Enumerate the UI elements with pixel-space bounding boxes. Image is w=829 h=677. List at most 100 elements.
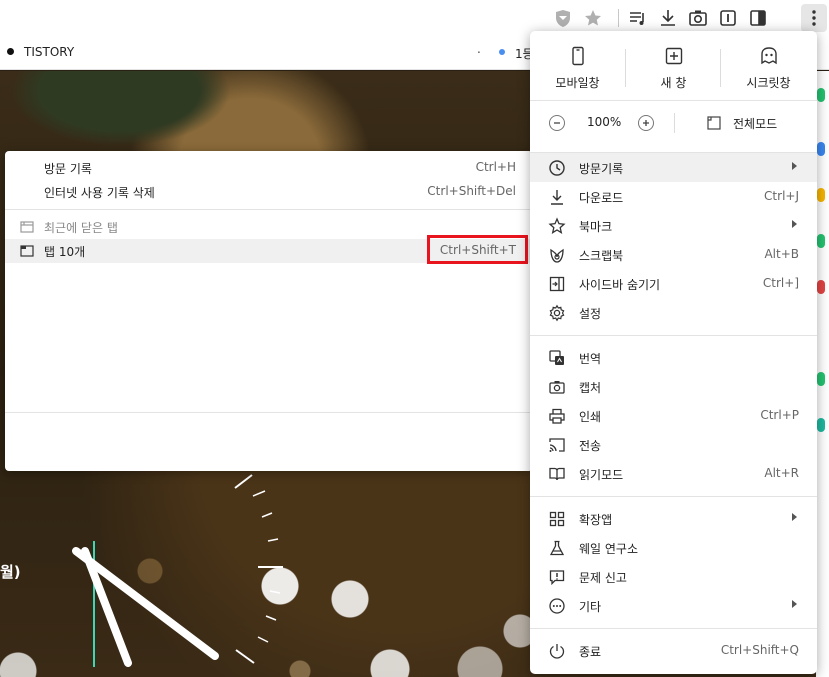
bookmark-blue-dot-icon xyxy=(499,49,505,55)
quick-mobile-window[interactable]: 모바일창 xyxy=(530,45,625,91)
bookmark-dot-icon xyxy=(7,48,14,55)
menu-item-whale-labs[interactable]: 웨일 연구소 xyxy=(530,533,817,562)
more-vertical-icon xyxy=(812,10,816,26)
download-icon[interactable] xyxy=(657,7,679,29)
power-icon xyxy=(548,642,566,660)
zoom-separator xyxy=(674,113,675,133)
menu-item-hide-sidebar[interactable]: 사이드바 숨기기 Ctrl+] xyxy=(530,269,817,298)
chevron-right-icon xyxy=(792,600,797,608)
menu-item-report[interactable]: 문제 신고 xyxy=(530,562,817,591)
camera-icon[interactable] xyxy=(687,7,709,29)
quick-label: 새 창 xyxy=(660,76,687,90)
zoom-level: 100% xyxy=(587,115,622,129)
sidebar-app-icon[interactable] xyxy=(817,188,825,202)
browser-main-menu: 모바일창 새 창 시크릿창 100% 전체모드 방문기록 다운로드 Ctrl+J xyxy=(530,31,817,674)
menu-item-reading-mode[interactable]: 읽기모드 Alt+R xyxy=(530,459,817,488)
bookmark-tistory[interactable]: TISTORY xyxy=(24,45,74,59)
menu-button[interactable] xyxy=(801,4,827,32)
menu-item-label: 문제 신고 xyxy=(579,571,627,585)
submenu-item-history[interactable]: 방문 기록 Ctrl+H xyxy=(5,156,533,180)
menu-item-extensions[interactable]: 확장앱 xyxy=(530,504,817,533)
menu-item-settings[interactable]: 설정 xyxy=(530,298,817,327)
menu-item-exit[interactable]: 종료 Ctrl+Shift+Q xyxy=(530,636,817,665)
scrapbook-icon xyxy=(548,246,566,264)
history-icon xyxy=(548,159,566,177)
download-icon xyxy=(548,188,566,206)
menu-item-label: 기타 xyxy=(579,600,602,614)
sidebar-toggle-icon[interactable] xyxy=(747,7,769,29)
menu-item-cast[interactable]: 전송 xyxy=(530,430,817,459)
submenu-item-shortcut: Ctrl+Shift+Del xyxy=(427,184,516,198)
menu-divider xyxy=(530,335,817,336)
menu-item-more[interactable]: 기타 xyxy=(530,591,817,620)
menu-item-label: 웨일 연구소 xyxy=(579,542,639,556)
menu-item-download[interactable]: 다운로드 Ctrl+J xyxy=(530,182,817,211)
sidebar-app-icon[interactable] xyxy=(817,418,825,432)
quick-label: 모바일창 xyxy=(555,76,600,90)
minus-icon xyxy=(554,122,560,124)
sidebar-icon xyxy=(548,275,566,293)
sidebar-app-icon[interactable] xyxy=(817,88,825,102)
menu-item-label: 번역 xyxy=(579,352,602,366)
menu-item-capture[interactable]: 캡처 xyxy=(530,372,817,401)
menu-item-print[interactable]: 인쇄 Ctrl+P xyxy=(530,401,817,430)
mobile-icon xyxy=(567,45,589,67)
bookmark-dot-label[interactable]: . xyxy=(477,42,481,56)
print-icon xyxy=(548,407,566,425)
menu-divider xyxy=(530,100,817,101)
sidebar-app-icon[interactable] xyxy=(817,280,825,294)
menu-item-label: 읽기모드 xyxy=(579,468,624,482)
incognito-icon xyxy=(758,45,780,67)
menu-item-shortcut: Ctrl+J xyxy=(764,189,799,203)
translate-icon xyxy=(548,349,566,367)
quick-incognito-window[interactable]: 시크릿창 xyxy=(721,45,816,91)
flask-icon xyxy=(548,539,566,557)
new-window-icon xyxy=(663,45,685,67)
menu-item-label: 전송 xyxy=(579,439,602,453)
submenu-divider xyxy=(5,209,533,210)
star-icon[interactable] xyxy=(582,7,604,29)
menu-item-label: 사이드바 숨기기 xyxy=(579,278,661,292)
submenu-section-label: 최근에 닫은 탭 xyxy=(44,221,118,235)
sidebar-app-icon[interactable] xyxy=(817,372,825,386)
menu-item-shortcut: Alt+R xyxy=(764,466,799,480)
quick-label: 시크릿창 xyxy=(746,76,791,90)
menu-item-bookmark[interactable]: 북마크 xyxy=(530,211,817,240)
zoom-in-button[interactable] xyxy=(638,115,654,131)
submenu-item-label: 탭 10개 xyxy=(44,245,86,259)
menu-item-label: 방문기록 xyxy=(579,162,624,176)
menu-item-label: 확장앱 xyxy=(579,513,613,527)
reader-icon[interactable] xyxy=(717,7,739,29)
playlist-icon[interactable] xyxy=(627,7,649,29)
plus-icon xyxy=(643,120,649,126)
book-icon xyxy=(548,465,566,483)
menu-item-label: 캡처 xyxy=(579,381,602,395)
gear-icon xyxy=(548,304,566,322)
menu-divider xyxy=(530,496,817,497)
menu-item-shortcut: Ctrl+] xyxy=(762,276,799,290)
zoom-out-button[interactable] xyxy=(549,115,565,131)
submenu-item-label: 인터넷 사용 기록 삭제 xyxy=(44,186,155,200)
shield-icon[interactable] xyxy=(552,7,574,29)
menu-item-label: 설정 xyxy=(579,307,602,321)
menu-item-translate[interactable]: 번역 xyxy=(530,343,817,372)
menu-item-label: 종료 xyxy=(579,645,602,659)
chevron-right-icon xyxy=(792,162,797,170)
menu-item-shortcut: Alt+B xyxy=(764,247,799,261)
extensions-icon xyxy=(548,510,566,528)
tab-window-icon xyxy=(20,244,34,258)
sidebar-app-icon[interactable] xyxy=(817,142,825,156)
chevron-right-icon xyxy=(792,513,797,521)
more-icon xyxy=(548,597,566,615)
menu-item-history[interactable]: 방문기록 xyxy=(530,153,817,182)
cast-icon xyxy=(548,436,566,454)
fullscreen-button[interactable]: 전체모드 xyxy=(733,115,777,132)
sidebar-app-icon[interactable] xyxy=(817,234,825,248)
history-submenu: 방문 기록 Ctrl+H 인터넷 사용 기록 삭제 Ctrl+Shift+Del… xyxy=(5,151,533,471)
highlight-annotation-box xyxy=(427,235,528,264)
menu-item-scrapbook[interactable]: 스크랩북 Alt+B xyxy=(530,240,817,269)
fullscreen-icon[interactable] xyxy=(706,115,722,131)
menu-item-label: 인쇄 xyxy=(579,410,602,424)
quick-new-window[interactable]: 새 창 xyxy=(626,45,721,91)
submenu-item-clear-history[interactable]: 인터넷 사용 기록 삭제 Ctrl+Shift+Del xyxy=(5,180,533,204)
